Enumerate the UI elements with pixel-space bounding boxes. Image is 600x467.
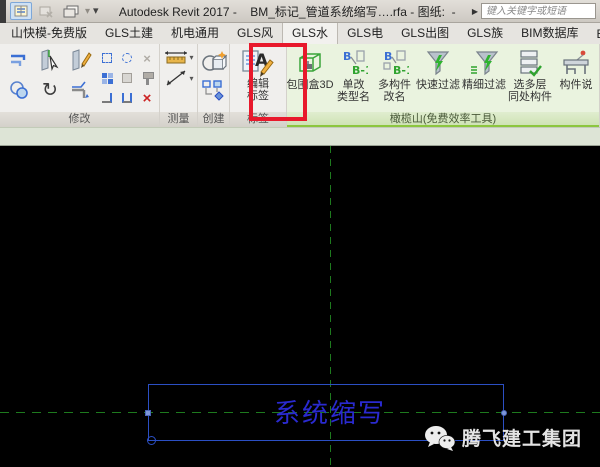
tab-gls-shui[interactable]: GLS水	[282, 23, 338, 44]
revit-window: ▾ ▾ Autodesk Revit 2017 - BM_标记_管道系统缩写….…	[0, 0, 600, 467]
quick-filter-label: 快速过滤	[416, 79, 460, 91]
title-bar: ▾ ▾ Autodesk Revit 2017 - BM_标记_管道系统缩写….…	[0, 0, 600, 23]
tab-gls-zu[interactable]: GLS族	[458, 23, 512, 44]
edit-wall-button[interactable]	[68, 47, 94, 73]
rename-single-type-button[interactable]: B B-1 单改 类型名	[333, 46, 374, 103]
layers-check-icon	[517, 49, 543, 77]
tab-gls-tujian[interactable]: GLS土建	[96, 23, 162, 44]
options-bar	[0, 127, 600, 146]
group-3d-icon	[201, 50, 227, 74]
rename-single-type-label2: 类型名	[337, 91, 370, 103]
dropdown-caret-icon: ▾	[190, 53, 194, 62]
pin-icon[interactable]	[146, 77, 149, 85]
panel-label-create[interactable]: 创建	[198, 112, 229, 127]
rename-multi-icon: B B-1	[381, 49, 409, 77]
close-hidden-windows-icon	[39, 5, 54, 18]
diagonal-measure-icon	[164, 69, 188, 87]
delete-icon[interactable]: ×	[143, 91, 152, 106]
close-hidden-windows-button[interactable]	[35, 2, 57, 20]
rotate-button[interactable]: ↻	[37, 77, 63, 103]
array-icon[interactable]	[102, 73, 113, 84]
window-title: Autodesk Revit 2017 - BM_标记_管道系统缩写….rfa …	[103, 3, 472, 20]
svg-text:B-1: B-1	[352, 64, 368, 77]
component-info-button[interactable]: 构件说	[553, 46, 599, 91]
offset-button[interactable]	[6, 77, 32, 103]
panel-gls-tools: 包围盒3D B B-1 单改 类型名 B	[287, 44, 600, 127]
panel-create: 创建	[198, 44, 230, 127]
tab-gls-dian[interactable]: GLS电	[338, 23, 392, 44]
quick-access-toolbar: ▾ ▾	[6, 2, 103, 20]
select-multilevel-button[interactable]: 选多层 同处构件	[507, 46, 553, 103]
select-multilevel-label: 选多层	[514, 79, 547, 91]
svg-text:B: B	[343, 50, 351, 63]
dropdown-caret-icon: ▾	[190, 74, 194, 83]
measure-ruler-button[interactable]: ▾	[164, 50, 194, 64]
quick-filter-icon	[424, 49, 452, 77]
scale-disabled-icon: ×	[143, 52, 151, 65]
customize-qat-icon[interactable]: ▾	[93, 6, 99, 17]
fine-filter-icon	[469, 49, 499, 77]
watermark: 腾飞建工集团	[424, 424, 582, 451]
align-edge-icon[interactable]	[102, 93, 112, 103]
tab-shankuaimo[interactable]: 山快模-免费版	[2, 23, 96, 44]
align-button[interactable]	[6, 47, 32, 73]
tab-enscape[interactable]: Enscape™	[587, 24, 600, 44]
quick-filter-button[interactable]: 快速过滤	[415, 46, 461, 91]
ruler-icon	[164, 50, 188, 64]
panel-label-measure[interactable]: 测量	[160, 112, 197, 127]
fine-filter-label: 精细过滤	[462, 79, 506, 91]
tab-gls-feng[interactable]: GLS风	[228, 23, 282, 44]
qat-caret[interactable]: ▾	[85, 6, 90, 17]
rename-multi-button[interactable]: B B-1 多构件 改名	[374, 46, 415, 103]
tab-bim-shujuku[interactable]: BIM数据库	[512, 23, 587, 44]
wall-cursor-icon	[38, 48, 62, 72]
annotation-highlight-box	[249, 43, 307, 121]
offset-icon	[8, 79, 30, 101]
align-edges-icon[interactable]	[122, 93, 132, 103]
create-group-button[interactable]	[201, 50, 227, 74]
rename-single-type-label: 单改	[343, 79, 365, 91]
rename-multi-label: 多构件	[378, 79, 411, 91]
switch-windows-button[interactable]	[60, 2, 82, 20]
watermark-text: 腾飞建工集团	[462, 424, 582, 451]
modify-small-tools: × ×	[99, 47, 155, 107]
rename-single-type-icon: B B-1	[340, 49, 368, 77]
tab-jidian-tongyong[interactable]: 机电通用	[162, 23, 228, 44]
switch-windows-icon	[63, 5, 79, 18]
family-types-button[interactable]	[10, 2, 32, 20]
family-types-icon	[14, 5, 28, 17]
corner-trim-icon	[69, 78, 93, 102]
panel-modify: ↻	[0, 44, 160, 127]
mirror-disabled-icon	[122, 73, 132, 83]
search-area: ▶	[472, 3, 600, 19]
split-element-button[interactable]	[37, 47, 63, 73]
rotate-icon: ↻	[42, 81, 58, 100]
fine-filter-button[interactable]: 精细过滤	[461, 46, 507, 91]
tab-gls-chutu[interactable]: GLS出图	[392, 23, 458, 44]
convert-elements-button[interactable]	[201, 79, 227, 101]
measure-diagonal-button[interactable]: ▾	[164, 69, 194, 87]
move-icon[interactable]	[122, 53, 132, 63]
panel-label-gls[interactable]: 橄榄山(免费效率工具)	[287, 112, 599, 127]
panel-measure: ▾ ▾ 测量	[160, 44, 198, 127]
svg-text:B: B	[384, 50, 392, 63]
trim-corner-button[interactable]	[68, 77, 94, 103]
ribbon-tab-bar: 山快模-免费版 GLS土建 机电通用 GLS风 GLS水 GLS电 GLS出图 …	[0, 23, 600, 44]
drawing-canvas[interactable]: 系统缩写 腾飞建工集团	[0, 146, 600, 467]
wall-pencil-icon	[69, 48, 93, 72]
align-icon	[8, 49, 30, 71]
svg-text:B-1: B-1	[393, 64, 409, 77]
component-info-label: 构件说	[560, 79, 593, 91]
copy-icon[interactable]	[102, 53, 112, 63]
convert-icon	[201, 79, 227, 101]
rotate-handle[interactable]	[147, 436, 156, 445]
search-expand-icon[interactable]: ▶	[472, 7, 478, 16]
search-input[interactable]	[481, 3, 596, 19]
component-desk-icon	[561, 49, 591, 77]
select-multilevel-label2: 同处构件	[508, 91, 552, 103]
rename-multi-label2: 改名	[384, 91, 406, 103]
wechat-icon	[424, 425, 456, 451]
panel-label-modify[interactable]: 修改	[0, 112, 159, 127]
